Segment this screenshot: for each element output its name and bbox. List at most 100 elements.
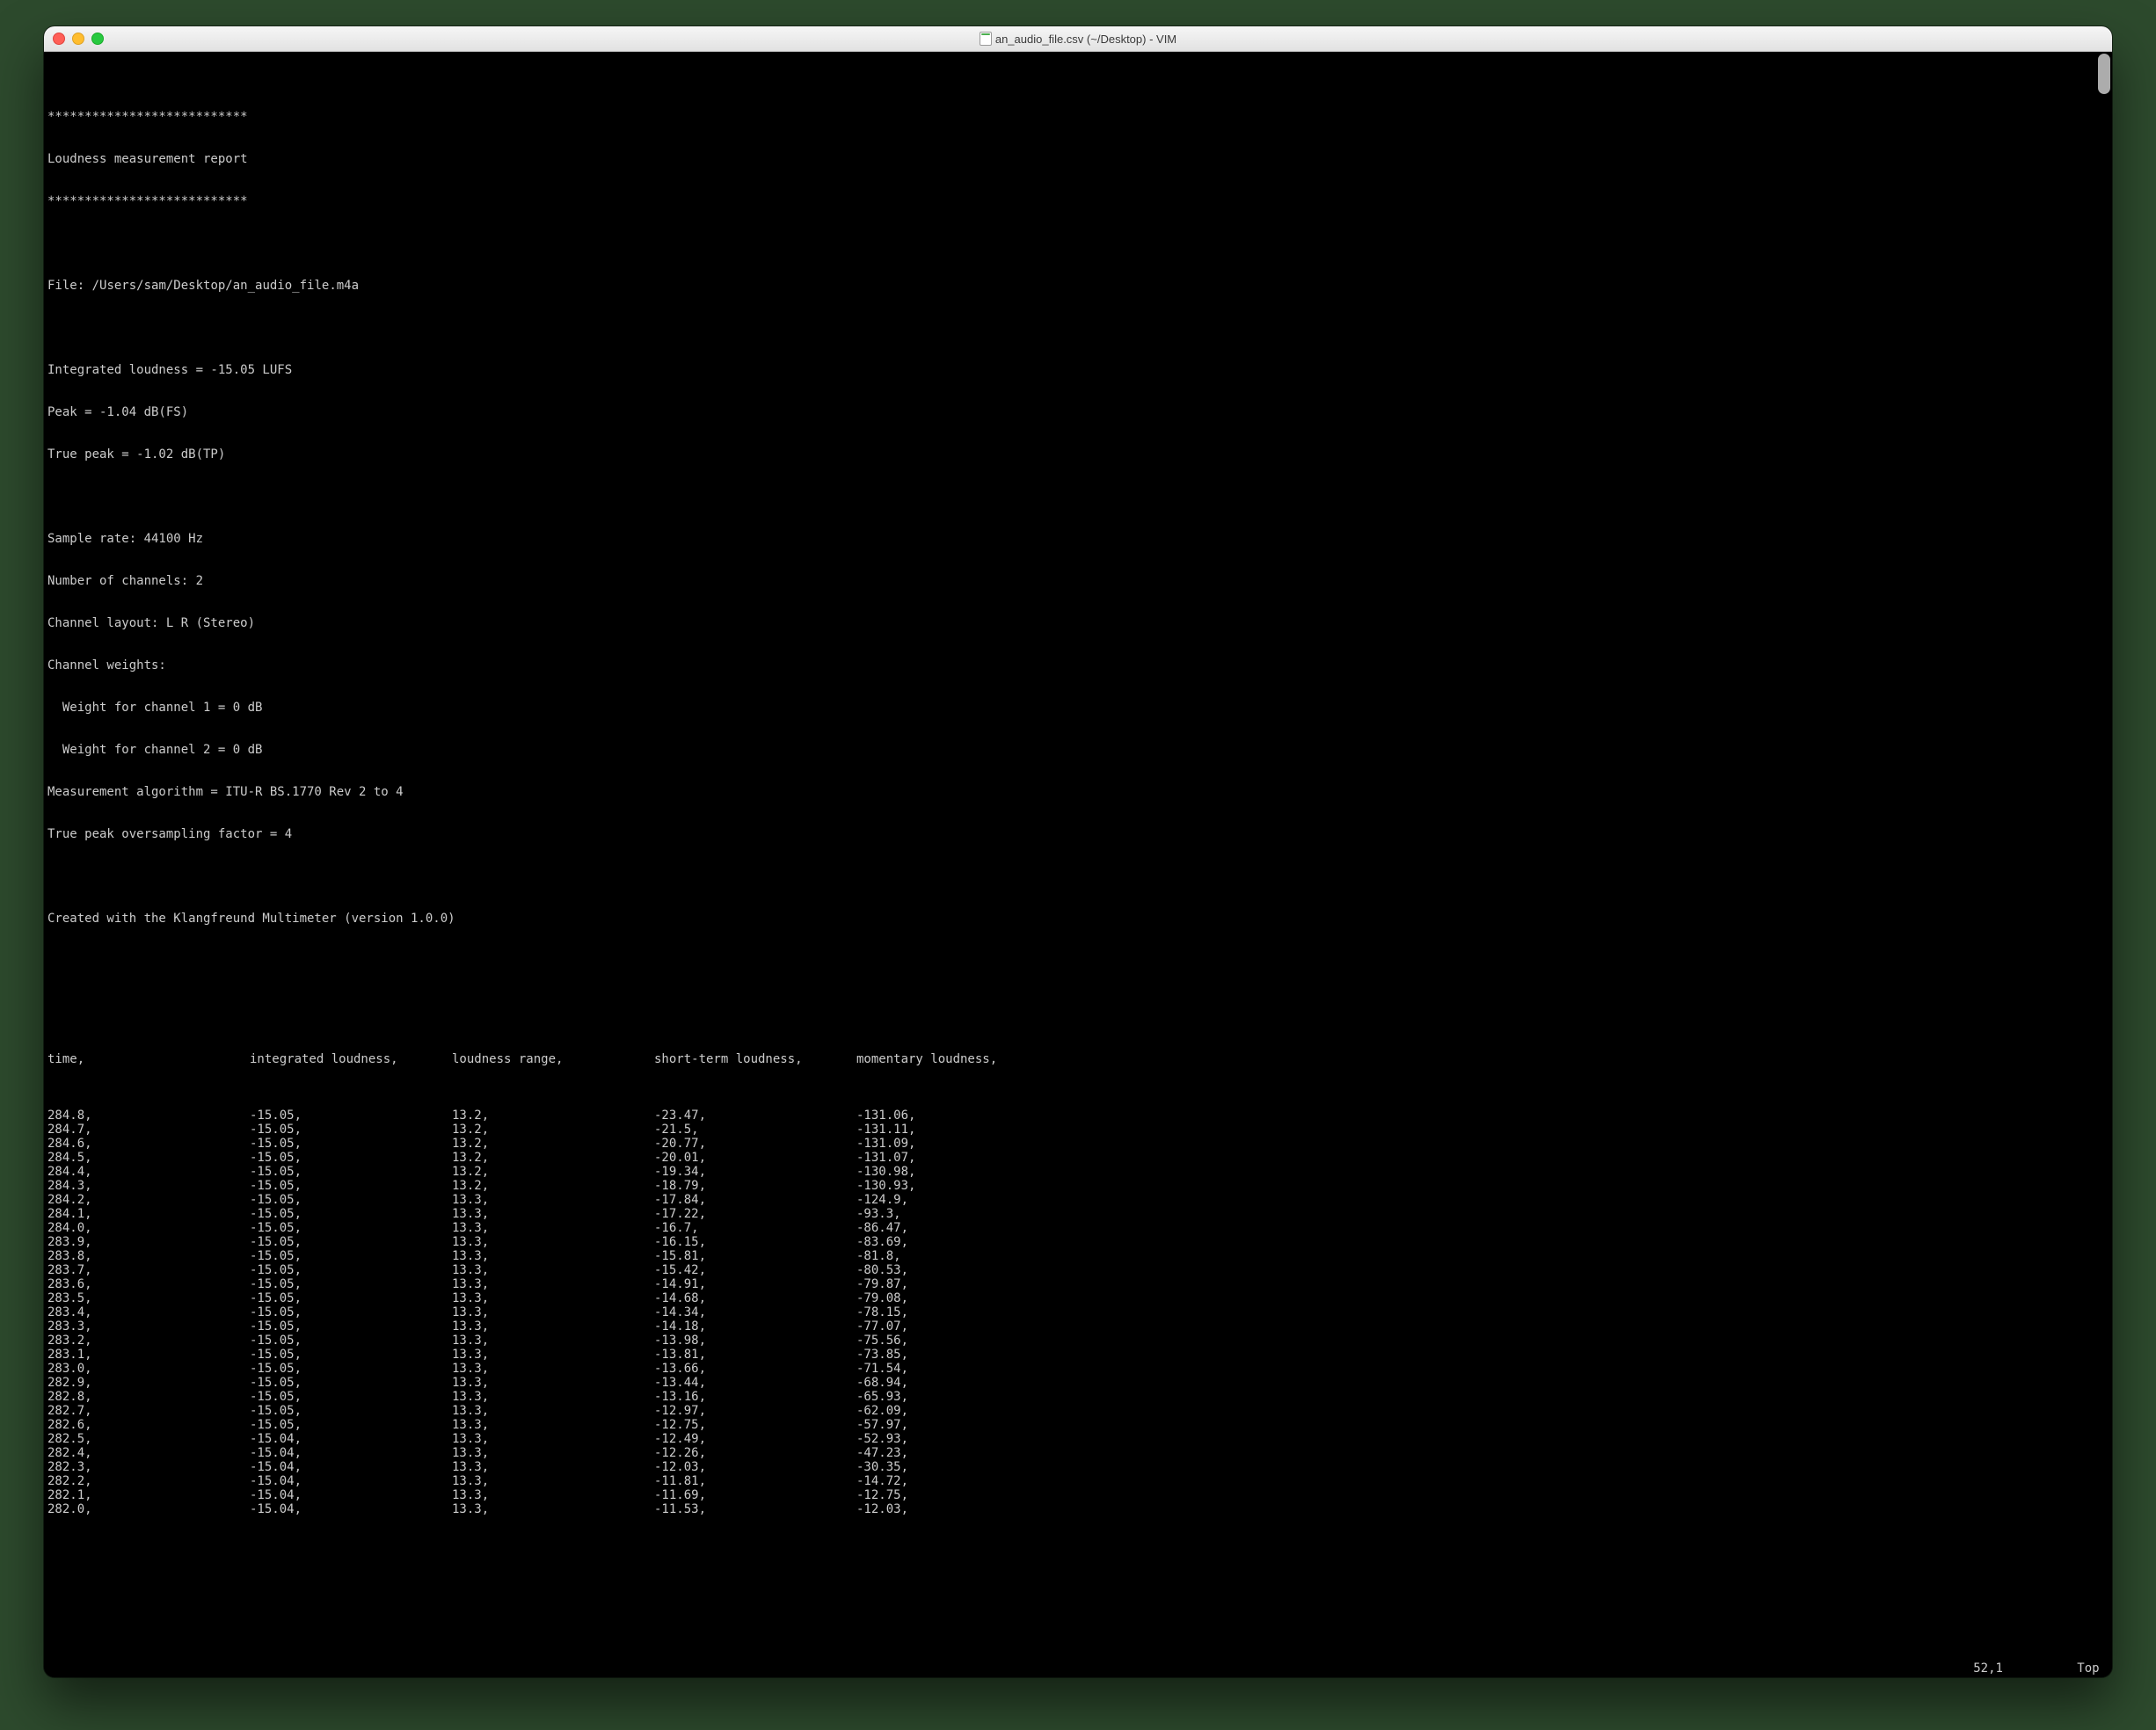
csv-cell: -47.23, [856,1446,2112,1460]
csv-cell: -57.97, [856,1418,2112,1432]
csv-cell: -23.47, [654,1109,856,1123]
csv-cell: -17.22, [654,1207,856,1221]
csv-row: 284.5,-15.05,13.2,-20.01,-131.07, [47,1151,2112,1165]
close-button[interactable] [53,33,65,45]
csv-cell: -13.66, [654,1362,856,1376]
csv-row: 283.7,-15.05,13.3,-15.42,-80.53, [47,1263,2112,1277]
csv-cell: -20.01, [654,1151,856,1165]
csv-cell: 13.3, [452,1277,654,1291]
oversampling: True peak oversampling factor = 4 [47,827,2112,841]
csv-cell: -62.09, [856,1404,2112,1418]
csv-cell: 13.2, [452,1137,654,1151]
csv-cell: 13.3, [452,1193,654,1207]
csv-cell: 283.3, [47,1319,250,1334]
titlebar[interactable]: an_audio_file.csv (~/Desktop) - VIM [44,26,2112,52]
col-momentary: momentary loudness, [856,1052,2112,1066]
csv-cell: -14.91, [654,1277,856,1291]
csv-row: 284.4,-15.05,13.2,-19.34,-130.98, [47,1165,2112,1179]
csv-cell: 13.3, [452,1249,654,1263]
csv-row: 282.5,-15.04,13.3,-12.49,-52.93, [47,1432,2112,1446]
csv-cell: -13.44, [654,1376,856,1390]
csv-cell: 284.2, [47,1193,250,1207]
csv-cell: -15.05, [250,1123,452,1137]
csv-cell: -20.77, [654,1137,856,1151]
csv-cell: -78.15, [856,1305,2112,1319]
minimize-button[interactable] [72,33,84,45]
csv-row: 282.4,-15.04,13.3,-12.26,-47.23, [47,1446,2112,1460]
blank-line [47,996,2112,1010]
scroll-position: Top [2077,1661,2099,1675]
csv-row: 284.3,-15.05,13.2,-18.79,-130.93, [47,1179,2112,1193]
blank-line [47,236,2112,251]
csv-cell: -13.98, [654,1334,856,1348]
csv-row: 284.7,-15.05,13.2,-21.5,-131.11, [47,1123,2112,1137]
csv-row: 282.2,-15.04,13.3,-11.81,-14.72, [47,1474,2112,1488]
csv-cell: 13.3, [452,1263,654,1277]
created-with: Created with the Klangfreund Multimeter … [47,912,2112,926]
csv-cell: -15.05, [250,1362,452,1376]
csv-cell: 13.3, [452,1319,654,1334]
blank-line [47,954,2112,968]
algorithm: Measurement algorithm = ITU-R BS.1770 Re… [47,785,2112,799]
csv-row: 283.4,-15.05,13.3,-14.34,-78.15, [47,1305,2112,1319]
csv-cell: -15.05, [250,1390,452,1404]
csv-cell: 13.2, [452,1123,654,1137]
text-line: *************************** [47,110,2112,124]
csv-cell: -15.04, [250,1474,452,1488]
csv-cell: -15.81, [654,1249,856,1263]
csv-row: 282.8,-15.05,13.3,-13.16,-65.93, [47,1390,2112,1404]
text-line: *************************** [47,194,2112,208]
csv-cell: 13.3, [452,1291,654,1305]
csv-cell: 283.6, [47,1277,250,1291]
csv-cell: -30.35, [856,1460,2112,1474]
num-channels: Number of channels: 2 [47,574,2112,588]
scrollbar-thumb[interactable] [2098,54,2110,94]
csv-cell: 283.7, [47,1263,250,1277]
csv-cell: -15.05, [250,1277,452,1291]
csv-cell: -65.93, [856,1390,2112,1404]
csv-cell: -73.85, [856,1348,2112,1362]
csv-cell: -93.3, [856,1207,2112,1221]
csv-cell: -131.07, [856,1151,2112,1165]
csv-row: 283.3,-15.05,13.3,-14.18,-77.07, [47,1319,2112,1334]
csv-cell: 283.0, [47,1362,250,1376]
col-short-term: short-term loudness, [654,1052,856,1066]
csv-row: 282.9,-15.05,13.3,-13.44,-68.94, [47,1376,2112,1390]
csv-cell: -16.15, [654,1235,856,1249]
vim-status-line: 52,1 Top [49,1661,2107,1675]
csv-cell: -81.8, [856,1249,2112,1263]
csv-cell: 284.5, [47,1151,250,1165]
csv-row: 282.6,-15.05,13.3,-12.75,-57.97, [47,1418,2112,1432]
csv-cell: -11.53, [654,1502,856,1516]
csv-cell: -15.05, [250,1305,452,1319]
csv-cell: -124.9, [856,1193,2112,1207]
csv-cell: 13.3, [452,1376,654,1390]
editor-window: an_audio_file.csv (~/Desktop) - VIM ****… [44,26,2112,1677]
csv-row: 283.1,-15.05,13.3,-13.81,-73.85, [47,1348,2112,1362]
csv-cell: 13.3, [452,1362,654,1376]
terminal-view[interactable]: *************************** Loudness mea… [44,52,2112,1677]
csv-cell: -15.05, [250,1193,452,1207]
csv-row: 284.8,-15.05,13.2,-23.47,-131.06, [47,1109,2112,1123]
csv-cell: -15.05, [250,1404,452,1418]
csv-cell: 13.3, [452,1390,654,1404]
csv-cell: 282.3, [47,1460,250,1474]
zoom-button[interactable] [91,33,104,45]
csv-cell: -17.84, [654,1193,856,1207]
csv-cell: -131.06, [856,1109,2112,1123]
csv-cell: 284.1, [47,1207,250,1221]
csv-cell: -14.18, [654,1319,856,1334]
csv-cell: 13.3, [452,1305,654,1319]
window-title: an_audio_file.csv (~/Desktop) - VIM [44,32,2112,46]
csv-cell: 284.7, [47,1123,250,1137]
channel-weight-2: Weight for channel 2 = 0 dB [47,743,2112,757]
csv-cell: -12.03, [856,1502,2112,1516]
csv-cell: -131.11, [856,1123,2112,1137]
csv-cell: 282.9, [47,1376,250,1390]
window-title-text: an_audio_file.csv (~/Desktop) - VIM [995,33,1176,46]
csv-row: 284.0,-15.05,13.3,-16.7,-86.47, [47,1221,2112,1235]
csv-cell: 13.2, [452,1151,654,1165]
csv-cell: 13.2, [452,1109,654,1123]
csv-cell: -21.5, [654,1123,856,1137]
true-peak: True peak = -1.02 dB(TP) [47,447,2112,462]
